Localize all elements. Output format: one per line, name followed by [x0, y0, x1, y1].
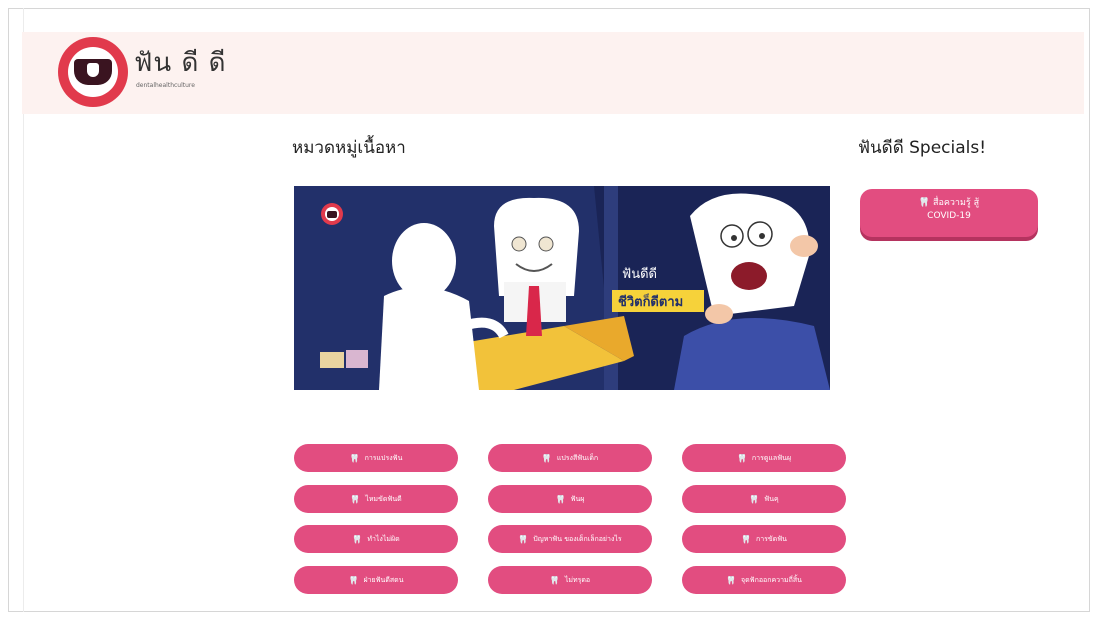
category-button[interactable]: 🦷 ไม่ทรุดอ: [488, 566, 652, 594]
category-button[interactable]: 🦷 การดูแลฟันผุ: [682, 444, 846, 472]
category-button[interactable]: 🦷 ฟันผุ: [488, 485, 652, 513]
category-label: การดูแลฟันผุ: [751, 453, 792, 462]
category-label: แปรงสีฟันเด็ก: [556, 453, 599, 462]
tooth-icon: 🦷: [518, 534, 529, 544]
tooth-icon: 🦷: [555, 494, 566, 504]
covid-button-line2: COVID-19: [927, 211, 971, 221]
category-label: จุดฟักออกความถี่สิ้น: [741, 575, 802, 584]
category-button[interactable]: 🦷 การขัดฟัน: [682, 525, 846, 553]
tooth-icon: 🦷: [918, 198, 933, 208]
hero-banner[interactable]: ฟันดีดี ชีวิตก็ดีตาม: [294, 186, 830, 390]
category-label: ไหมขัดฟันดี: [365, 494, 402, 503]
logo-icon[interactable]: [58, 37, 128, 107]
tooth-icon: 🦷: [726, 575, 736, 585]
tooth-icon: 🦷: [741, 534, 751, 544]
tooth-icon: 🦷: [549, 575, 560, 585]
category-label: ฟันผุ: [570, 494, 585, 503]
specials-title: ฟันดีดี Specials!: [858, 138, 987, 158]
category-label: การแปรงฟัน: [364, 453, 403, 462]
section-title: หมวดหมู่เนื้อหา: [292, 138, 406, 158]
banner-illustration: ฟันดีดี ชีวิตก็ดีตาม: [294, 186, 830, 390]
tooth-icon: 🦷: [749, 494, 760, 504]
category-label: ทำไงไม่ผิด: [367, 534, 400, 543]
category-label: ฟันคุ: [764, 494, 779, 503]
tooth-icon: 🦷: [352, 534, 363, 544]
banner-slogan-2: ชีวิตก็ดีตาม: [618, 292, 683, 310]
tooth-icon: 🦷: [736, 453, 747, 463]
category-button[interactable]: 🦷 การแปรงฟัน: [294, 444, 458, 472]
category-button[interactable]: 🦷 ไหมขัดฟันดี: [294, 485, 458, 513]
site-logo-text[interactable]: ฟัน ดี ดี: [134, 42, 226, 83]
tooth-icon: 🦷: [349, 453, 360, 463]
site-header: ฟัน ดี ดี dentalhealthculture: [22, 32, 1084, 114]
category-label: ปัญหาฟัน ของเด็กเล็กอย่างไร: [533, 534, 622, 543]
site-logo-subtitle: dentalhealthculture: [136, 82, 195, 89]
category-button[interactable]: 🦷 แปรงสีฟันเด็ก: [488, 444, 652, 472]
category-button[interactable]: 🦷 ฝ่ายฟันดีสดน: [294, 566, 458, 594]
tooth-icon: 🦷: [350, 494, 361, 504]
category-label: การขัดฟัน: [755, 534, 787, 543]
category-button[interactable]: 🦷 ฟันคุ: [682, 485, 846, 513]
tooth-icon: 🦷: [541, 453, 552, 463]
category-button[interactable]: 🦷 จุดฟักออกความถี่สิ้น: [682, 566, 846, 594]
category-label: ไม่ทรุดอ: [564, 575, 591, 584]
category-label: ฝ่ายฟันดีสดน: [363, 575, 404, 584]
covid-button-line1: สื่อความรู้ สู้: [932, 198, 980, 208]
tooth-icon: 🦷: [348, 575, 359, 585]
category-button[interactable]: 🦷 ทำไงไม่ผิด: [294, 525, 458, 553]
covid-special-button[interactable]: 🦷 สื่อความรู้ สู้ COVID-19: [860, 189, 1038, 237]
banner-slogan-1: ฟันดีดี: [622, 266, 657, 282]
category-button[interactable]: 🦷 ปัญหาฟัน ของเด็กเล็กอย่างไร: [488, 525, 652, 553]
